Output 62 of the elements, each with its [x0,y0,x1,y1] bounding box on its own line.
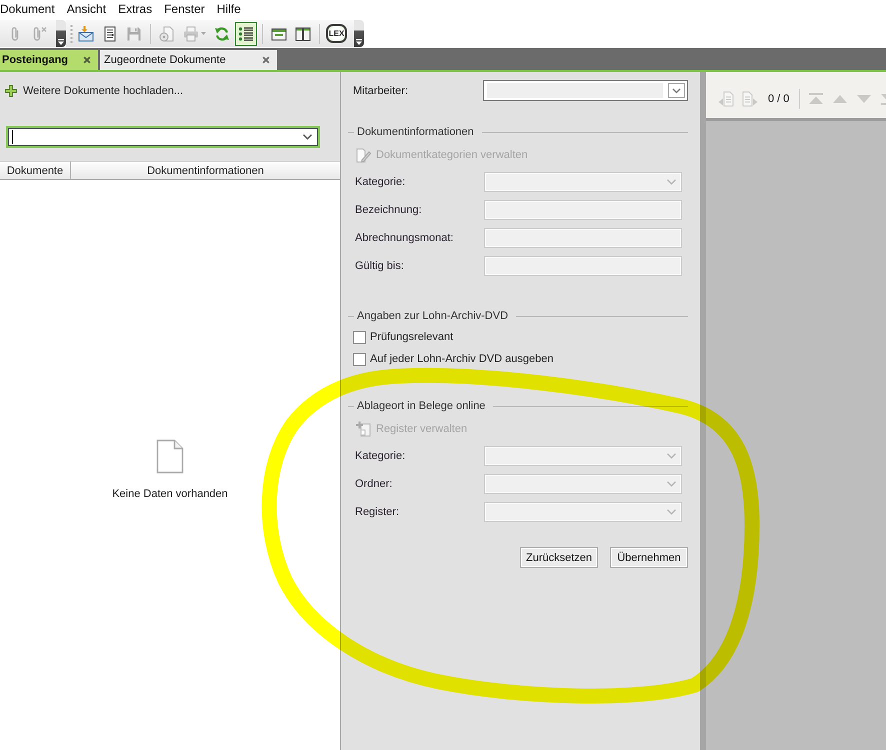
toolbar-overflow-button[interactable] [354,20,364,47]
field-label: Ordner: [355,478,394,490]
checkbox-label[interactable]: Prüfungsrelevant [370,331,454,343]
field-label: Kategorie: [355,450,406,462]
document-pencil-icon [356,147,371,163]
overflow-chevron-icon [356,39,362,45]
menu-item[interactable]: Extras [112,0,158,18]
lex-button[interactable]: LEX [326,24,347,43]
refresh-icon [214,26,230,42]
splitter[interactable] [700,72,706,750]
column-header[interactable]: Dokumente [0,161,71,180]
menu-item[interactable]: Fenster [158,0,211,18]
empty-message: Keine Daten vorhanden [112,488,228,500]
menu-item[interactable]: Hilfe [210,0,247,18]
two-columns-icon [295,26,311,42]
drag-handle-icon [70,24,73,44]
field-label: Gültig bis: [355,260,405,272]
chevron-down-icon [667,453,676,459]
field-label: Register: [355,506,400,518]
apply-button[interactable]: Übernehmen [610,547,688,568]
checkbox[interactable] [353,352,366,366]
field-label: Mitarbeiter: [353,84,410,96]
blank-document-icon [156,438,184,474]
envelope-arrow-icon [78,26,94,42]
chevron-down-icon [667,481,676,487]
text-cursor [12,130,13,144]
field-label: Bezeichnung: [355,204,423,216]
section-title: Ablageort in Belege online [357,400,486,412]
tab[interactable]: Zugeordnete Dokumente [100,50,277,70]
document-icon [102,26,118,42]
close-icon[interactable] [83,56,92,64]
card-icon [271,26,287,42]
document-plus-icon [356,421,371,437]
tab[interactable]: Posteingang [0,50,98,70]
document-disc-icon [159,26,175,42]
checkbox[interactable] [353,330,366,344]
search-field[interactable] [6,126,320,148]
menu-item[interactable]: Ansicht [60,0,112,18]
chevron-down-icon [667,179,676,185]
caret-down-icon [201,32,206,35]
chevron-down-icon [303,134,312,140]
menu-item[interactable]: Dokument [0,0,61,18]
select-field[interactable] [483,80,688,101]
reset-button[interactable]: Zurücksetzen [520,547,598,568]
list-view-button[interactable] [235,22,257,46]
chevron-down-icon [668,83,685,98]
overflow-chevron-icon [58,39,64,45]
printer-icon [183,26,199,42]
paperclip-cross-icon [31,26,47,42]
list-icon [238,26,254,42]
field-label: Kategorie: [355,176,406,188]
toolbar-overflow-button[interactable] [56,20,66,47]
plus-icon [5,85,17,97]
field-label: Abrechnungsmonat: [355,232,454,244]
section-title: Dokumentinformationen [357,126,474,138]
checkbox-label[interactable]: Auf jeder Lohn-Archiv DVD ausgeben [370,353,554,365]
upload-link[interactable]: Weitere Dokumente hochladen... [5,84,183,98]
column-header[interactable]: Dokumentinformationen [71,161,340,180]
chevron-down-icon [667,509,676,515]
close-icon[interactable] [262,56,270,64]
page-counter: 0 / 0 [768,93,790,105]
section-title: Angaben zur Lohn-Archiv-DVD [357,310,508,322]
